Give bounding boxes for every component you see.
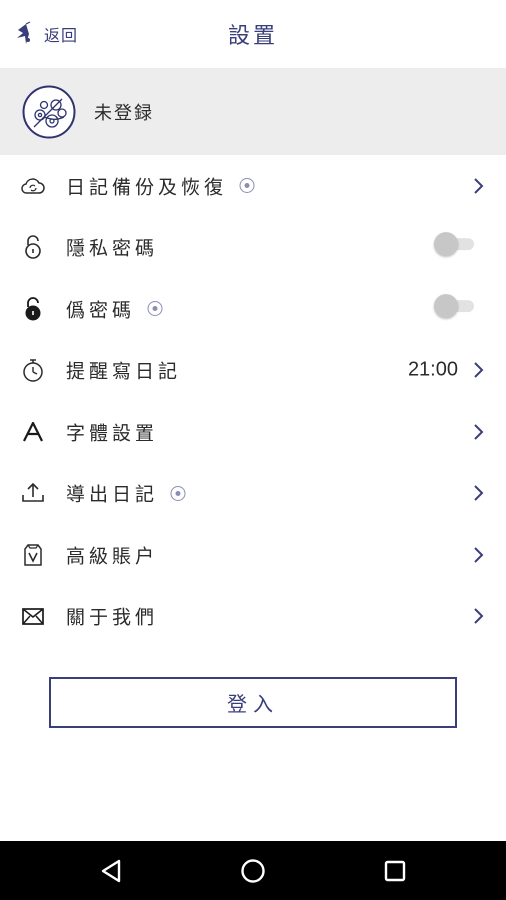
- chevron-right-icon: [474, 362, 484, 378]
- menu-label: 導出日記: [66, 480, 186, 507]
- stopwatch-icon: [23, 359, 43, 382]
- toggle-knob: [434, 293, 458, 318]
- profile-section[interactable]: 未登録: [0, 68, 506, 155]
- menu-label: 日記備份及恢復: [66, 172, 255, 199]
- toggle-knob: [434, 232, 458, 257]
- menu-item-premium-account[interactable]: 高級賬户: [0, 524, 506, 586]
- menu-label-text: 高級賬户: [66, 545, 159, 568]
- profile-name: 未登録: [94, 102, 154, 124]
- menu-item-about-us[interactable]: 關于我們: [0, 586, 506, 648]
- avatar: [22, 85, 76, 138]
- menu-item-backup[interactable]: 日記備份及恢復: [0, 155, 506, 217]
- font-icon: [23, 421, 43, 442]
- chevron-right-icon: [474, 608, 484, 624]
- menu-label-text: 日記備份及恢復: [66, 176, 228, 199]
- system-navigation-bar: [0, 841, 506, 900]
- vip-icon: [24, 544, 42, 566]
- menu-label: 僞密碼: [66, 295, 163, 322]
- menu-label: 關于我們: [66, 603, 158, 630]
- page-title: 設置: [227, 24, 278, 49]
- menu-label: 高級賬户: [66, 541, 158, 568]
- menu-label: 字體設置: [66, 418, 158, 445]
- menu-item-export[interactable]: 導出日記: [0, 463, 506, 525]
- chevron-right-icon: [474, 178, 484, 194]
- premium-badge-icon: [239, 178, 255, 194]
- menu-item-fake-password: 僞密碼: [0, 278, 506, 340]
- lock-open-icon: [25, 235, 41, 260]
- menu-label-text: 導出日記: [66, 483, 159, 506]
- chevron-right-icon: [474, 424, 484, 440]
- mail-icon: [22, 608, 44, 626]
- privacy-password-toggle[interactable]: [434, 232, 476, 257]
- login-button[interactable]: 登入: [49, 677, 457, 728]
- cloud-sync-icon: [21, 178, 45, 194]
- menu-item-reminder[interactable]: 提醒寫日記 21:00: [0, 340, 506, 402]
- menu-label-text: 字體設置: [66, 422, 159, 445]
- premium-badge-icon: [147, 301, 163, 317]
- reminder-time: 21:00: [407, 358, 458, 381]
- back-triangle-icon[interactable]: [97, 857, 125, 885]
- premium-badge-icon: [170, 485, 186, 501]
- recents-square-icon[interactable]: [381, 857, 409, 885]
- menu-label-text: 提醒寫日記: [66, 360, 182, 383]
- chevron-right-icon: [474, 485, 484, 501]
- menu-label: 提醒寫日記: [66, 357, 181, 384]
- chevron-right-icon: [474, 547, 484, 563]
- menu-label-text: 隱私密碼: [66, 237, 159, 260]
- menu-label-text: 關于我們: [66, 606, 159, 629]
- settings-menu: 日記備份及恢復 隱私密碼 僞密碼 提醒寫日記 21:00 字體設置 導出日記 高…: [0, 155, 506, 647]
- menu-label: 隱私密碼: [66, 234, 158, 261]
- top-bar: 返回 設置: [0, 0, 506, 68]
- menu-item-font[interactable]: 字體設置: [0, 401, 506, 463]
- menu-label-text: 僞密碼: [66, 299, 136, 322]
- home-circle-icon[interactable]: [239, 857, 267, 885]
- menu-item-privacy-password: 隱私密碼: [0, 217, 506, 279]
- upload-icon: [22, 483, 44, 503]
- fake-password-toggle[interactable]: [434, 293, 476, 318]
- lock-filled-icon: [25, 296, 41, 321]
